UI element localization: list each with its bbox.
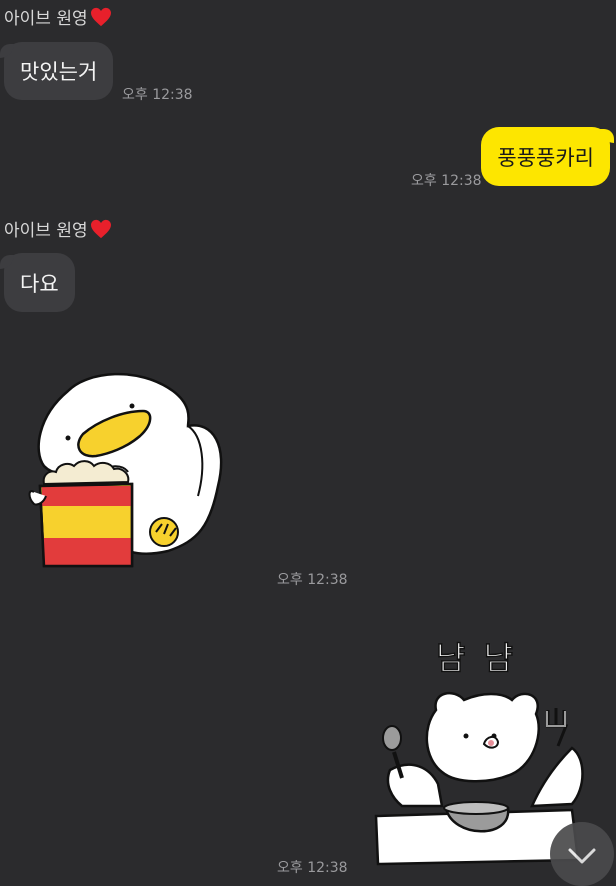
message-bubble[interactable]: 맛있는거 — [0, 42, 114, 100]
sender-name-text: 아이브 원영 — [4, 9, 88, 29]
message-text: 맛있는거 — [20, 60, 98, 84]
duck-eating-popcorn-sticker[interactable] — [28, 366, 228, 571]
sender-name-text: 아이브 원영 — [4, 221, 88, 241]
message-time: 오후 12:38 — [277, 860, 348, 876]
scroll-to-bottom-button[interactable] — [550, 822, 614, 886]
message-text: 풍풍풍카리 — [497, 145, 594, 170]
sender-name: 아이브 원영 — [4, 216, 112, 241]
chevron-down-icon — [568, 848, 596, 864]
message-time: 오후 12:38 — [277, 572, 348, 588]
message-time: 오후 12:38 — [122, 87, 193, 103]
message-bubble[interactable]: 다요 — [0, 253, 75, 312]
message-text: 다요 — [20, 271, 59, 296]
message-bubble-outgoing[interactable]: 풍풍풍카리 — [481, 127, 614, 186]
sender-name: 아이브 원영 — [4, 4, 112, 29]
red-heart-icon — [90, 219, 111, 238]
red-heart-icon — [90, 7, 111, 26]
message-time: 오후 12:38 — [411, 173, 482, 189]
sticker-caption: 냠 냠 — [435, 638, 518, 678]
